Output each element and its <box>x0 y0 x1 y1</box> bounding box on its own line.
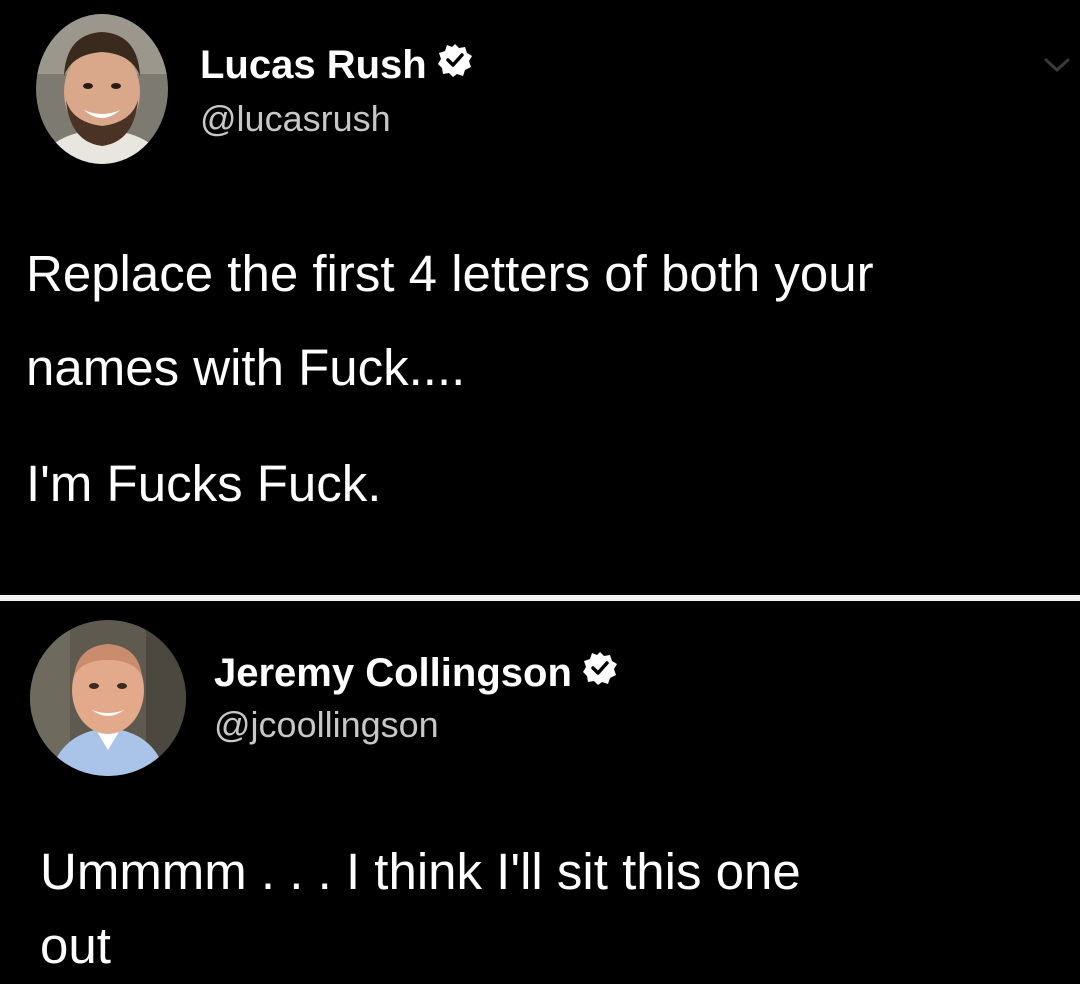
verified-badge-icon <box>437 42 473 88</box>
tweet-text-line: I'm Fucks Fuck. <box>26 455 382 512</box>
tweet-text-line: names with Fuck.... <box>26 339 466 396</box>
author-name-text[interactable]: Jeremy Collingson <box>214 651 572 696</box>
author-name-text[interactable]: Lucas Rush <box>200 43 427 88</box>
avatar[interactable] <box>30 620 186 776</box>
tweet-divider <box>0 590 1080 606</box>
tweet-text-line: Replace the first 4 letters of both your <box>26 245 874 302</box>
avatar[interactable] <box>36 14 168 164</box>
author-display-name[interactable]: Lucas Rush <box>200 42 473 88</box>
tweet-text-line: out <box>40 917 111 974</box>
verified-badge-icon <box>582 650 618 696</box>
tweet-card[interactable]: Lucas Rush @lucasrush Replace the first … <box>0 0 1080 590</box>
avatar-photo-smiling-man <box>30 620 186 776</box>
screenshot-canvas: Lucas Rush @lucasrush Replace the first … <box>0 0 1080 984</box>
tweet-card[interactable]: Jeremy Collingson @jcoollingson Ummmm . … <box>0 606 1080 984</box>
author-handle[interactable]: @jcoollingson <box>214 704 439 746</box>
chevron-down-icon[interactable] <box>1040 48 1074 82</box>
avatar-photo-bearded-man <box>36 14 168 164</box>
divider-line <box>0 595 1080 601</box>
author-handle[interactable]: @lucasrush <box>200 98 391 140</box>
tweet-text-line: Ummmm . . . I think I'll sit this one <box>40 843 801 900</box>
author-display-name[interactable]: Jeremy Collingson <box>214 650 618 696</box>
